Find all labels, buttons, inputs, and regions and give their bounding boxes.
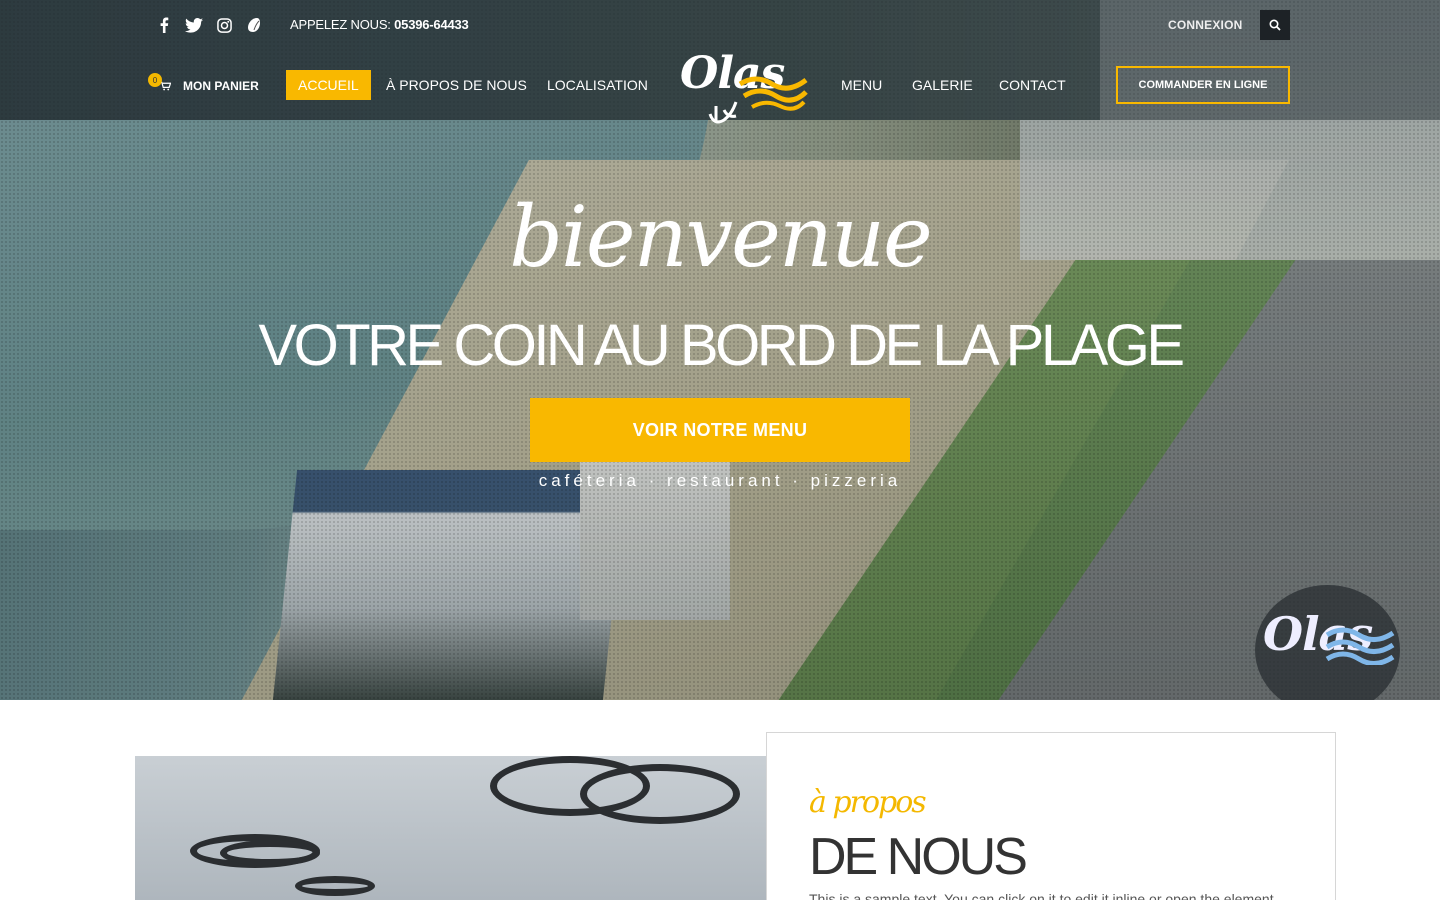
social-links: [155, 15, 263, 35]
nav-item-a-propos[interactable]: À PROPOS DE NOUS: [386, 70, 527, 100]
phone-contact: APPELEZ NOUS: 05396-64433: [290, 17, 469, 32]
cart-link[interactable]: 0 MON PANIER: [148, 73, 259, 93]
hero-tagline: caféteria · restaurant · pizzeria: [538, 471, 902, 490]
view-menu-button[interactable]: VOIR NOTRE MENU: [530, 398, 910, 462]
phone-label: APPELEZ NOUS:: [290, 17, 391, 32]
hero-headline: VOTRE COIN AU BORD DE LA PLAGE: [258, 313, 1185, 378]
cart-icon: [160, 81, 171, 91]
search-icon: [1269, 19, 1281, 31]
about-title: DE NOUS: [809, 828, 1028, 886]
twitter-icon[interactable]: [185, 15, 203, 35]
instagram-icon[interactable]: [215, 15, 233, 35]
nav-item-menu[interactable]: MENU: [841, 70, 882, 100]
order-online-button[interactable]: COMMANDER EN LIGNE: [1116, 66, 1290, 104]
waves-icon: [1325, 627, 1395, 665]
login-link[interactable]: CONNEXION: [1168, 18, 1242, 32]
about-card: à propos DE NOUS This is a sample text. …: [766, 732, 1336, 900]
nav-item-galerie[interactable]: GALERIE: [912, 70, 973, 100]
cart-label: MON PANIER: [183, 79, 259, 93]
site-logo[interactable]: Olas: [680, 48, 810, 136]
search-button[interactable]: [1260, 10, 1290, 40]
hero-welcome: bienvenue: [509, 188, 933, 286]
ceiling-light-ring: [295, 876, 375, 896]
nav-item-accueil[interactable]: ACCUEIL: [286, 70, 371, 100]
about-image: [135, 756, 767, 900]
ceiling-light-ring: [220, 840, 320, 866]
tripadvisor-icon[interactable]: [245, 15, 263, 35]
arabic-script-icon: [708, 101, 738, 124]
phone-number[interactable]: 05396-64433: [394, 17, 469, 32]
about-text: This is a sample text. You can click on …: [809, 891, 1274, 900]
nav-item-contact[interactable]: CONTACT: [999, 70, 1066, 100]
about-kicker: à propos: [809, 785, 927, 820]
waves-icon: [738, 76, 808, 111]
facebook-icon[interactable]: [155, 15, 173, 35]
nav-item-localisation[interactable]: LOCALISATION: [547, 70, 648, 100]
ceiling-light-ring: [580, 764, 740, 824]
cart-count-badge: 0: [148, 73, 162, 87]
